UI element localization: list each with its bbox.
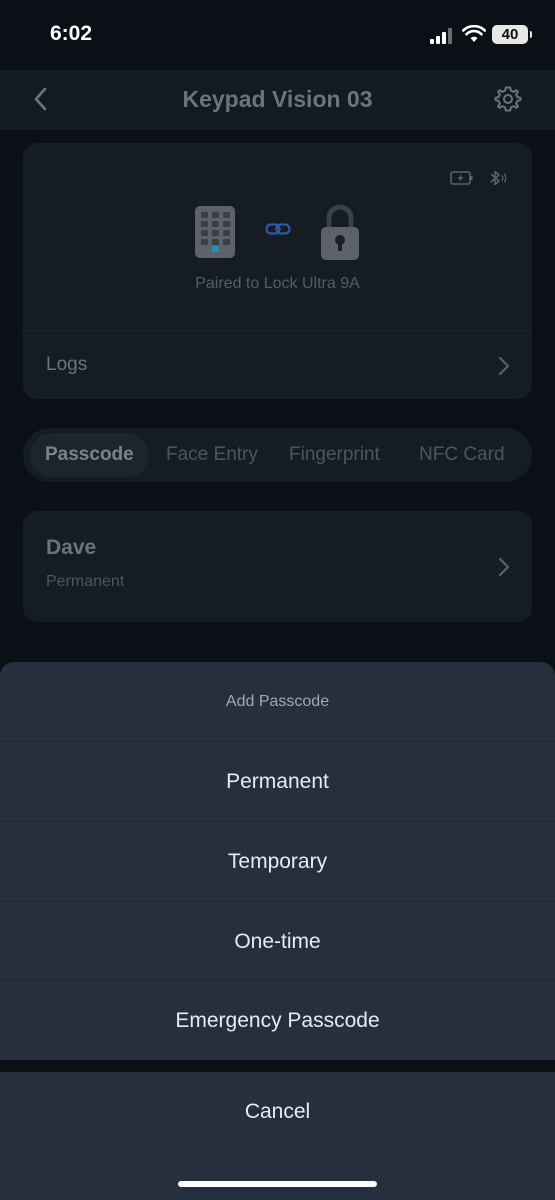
option-temporary[interactable]: Temporary — [0, 821, 555, 900]
keypad-device-icon — [195, 206, 235, 258]
logs-label: Logs — [46, 354, 88, 375]
cellular-signal-icon — [430, 28, 456, 44]
page-title: Keypad Vision 03 — [182, 86, 373, 112]
battery-indicator: 40 — [492, 25, 532, 44]
lock-device-icon — [321, 204, 359, 260]
cancel-label: Cancel — [244, 1100, 311, 1123]
option-one-time[interactable]: One-time — [0, 901, 555, 980]
tab-nfc-card[interactable]: NFC Card — [419, 428, 505, 482]
wifi-icon — [462, 25, 486, 42]
status-bar: 6:02 40 — [0, 0, 555, 70]
device-status-icons — [450, 169, 508, 187]
option-emergency-passcode[interactable]: Emergency Passcode — [0, 980, 555, 1059]
tab-passcode[interactable]: Passcode — [30, 433, 149, 477]
tab-fingerprint[interactable]: Fingerprint — [289, 428, 380, 482]
gear-icon[interactable] — [494, 85, 522, 113]
pairing-status: Paired to Lock Ultra 9A — [195, 275, 360, 292]
bluetooth-icon — [490, 170, 507, 186]
nav-bar: Keypad Vision 03 — [0, 70, 555, 130]
passcode-user-row[interactable]: Dave Permanent — [23, 511, 532, 622]
add-passcode-sheet: Add Passcode Permanent Temporary One-tim… — [0, 662, 555, 1060]
home-indicator — [178, 1181, 377, 1187]
device-card: Paired to Lock Ultra 9A Logs — [23, 143, 532, 399]
tab-face-entry[interactable]: Face Entry — [166, 428, 258, 482]
keypad-status-light — [212, 246, 219, 252]
chevron-right-icon — [498, 356, 510, 376]
battery-charging-icon — [450, 171, 473, 185]
user-name: Dave — [46, 536, 97, 559]
passcode-type: Permanent — [46, 573, 125, 590]
option-permanent[interactable]: Permanent — [0, 741, 555, 820]
logs-row[interactable]: Logs — [23, 331, 532, 399]
sheet-title: Add Passcode — [225, 693, 330, 710]
credential-tabs: Passcode Face Entry Fingerprint NFC Card — [23, 428, 532, 482]
status-time: 6:02 — [50, 22, 93, 45]
link-icon — [265, 223, 291, 235]
chevron-right-icon — [498, 557, 510, 577]
